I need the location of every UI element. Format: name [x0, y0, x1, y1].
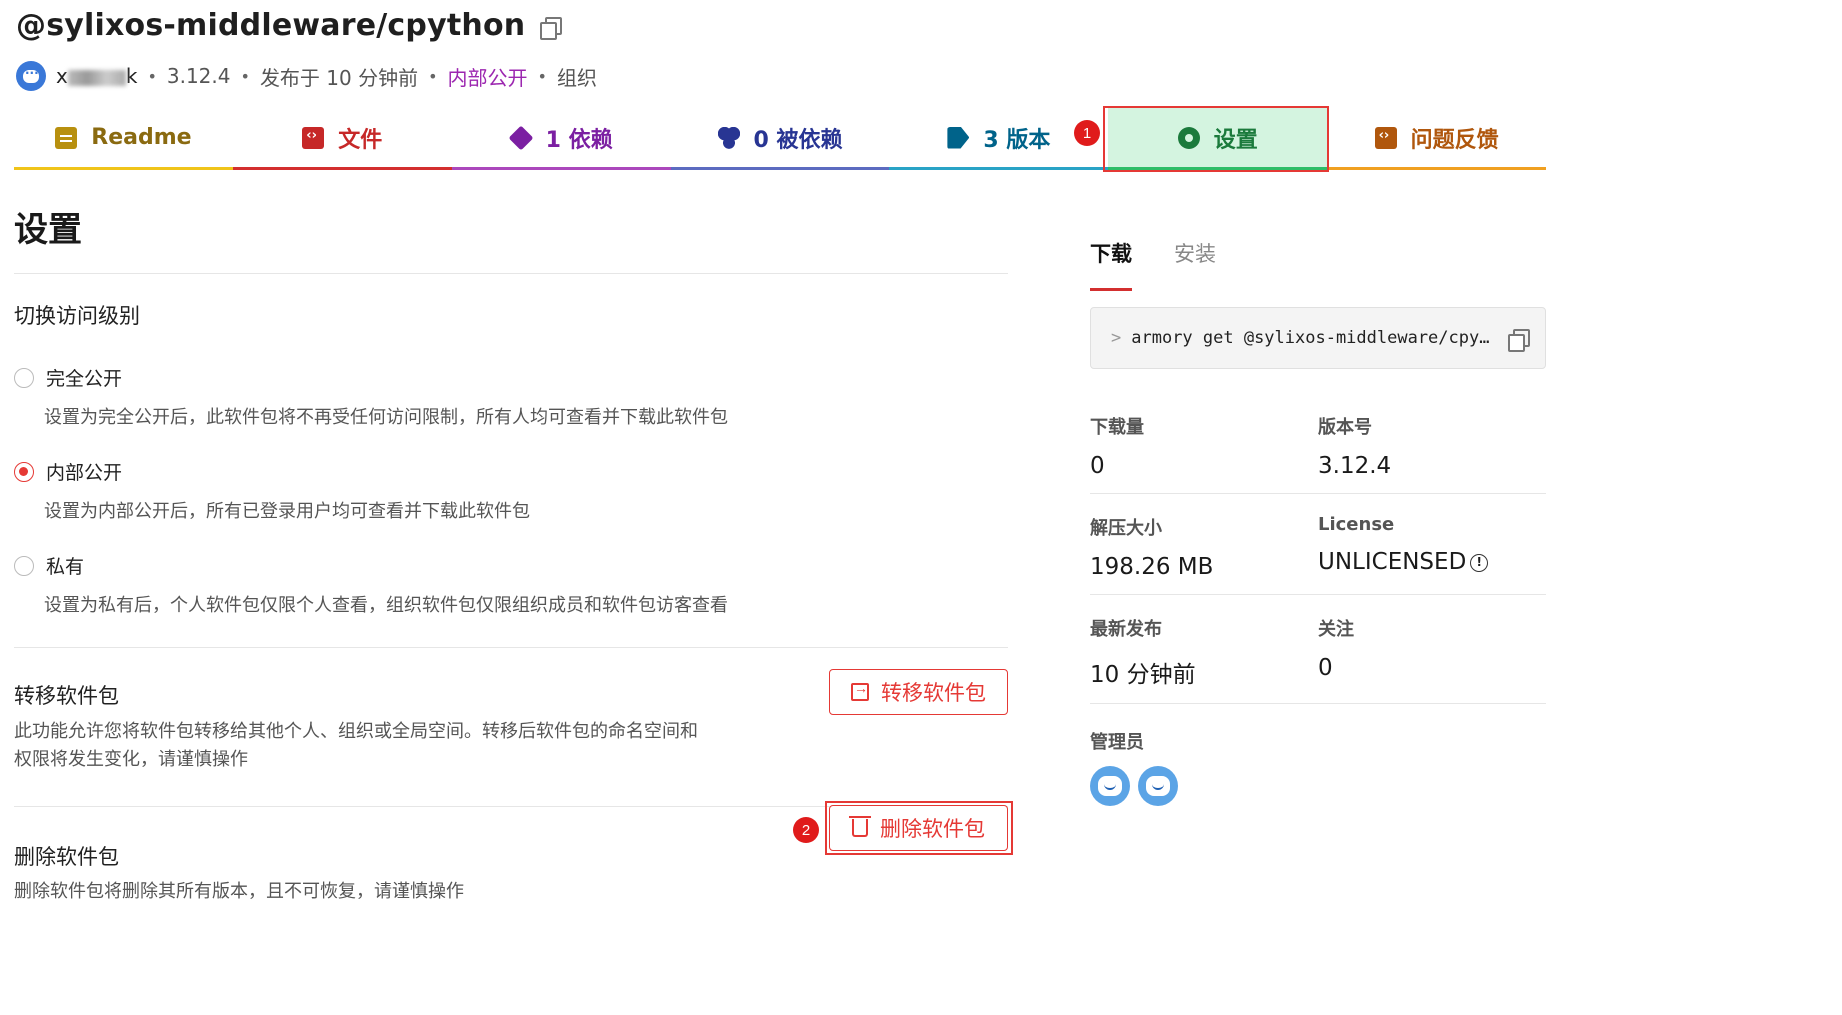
doc-icon [55, 126, 78, 149]
stat-label: 版本号 [1318, 417, 1372, 438]
stat-latest-release: 最新发布 10 分钟前 [1090, 595, 1318, 703]
tags-icon [947, 126, 970, 149]
stat-unpacked-size: 解压大小 198.26 MB [1090, 494, 1318, 594]
delete-package-button[interactable]: 删除软件包 [829, 805, 1008, 851]
prompt-glyph: > [1111, 328, 1122, 348]
stat-label: 下载量 [1090, 417, 1144, 438]
info-icon[interactable]: ! [1470, 554, 1489, 572]
settings-main: 设置 切换访问级别 完全公开 设置为完全公开后，此软件包将不再受任何访问限制，所… [14, 196, 1008, 903]
option-label: 私有 [46, 556, 85, 578]
transfer-desc-line: 此功能允许您将软件包转移给其他个人、组织或全局空间。转移后软件包的命名空间和 [14, 721, 698, 742]
package-sidebar: 下载 安装 > armory get @sylixos-middleware/c… [1090, 238, 1546, 806]
stat-value: UNLICENSED [1318, 549, 1467, 575]
sidebar-tabs: 下载 安装 [1090, 238, 1546, 291]
tab-files[interactable]: 文件 [232, 108, 452, 170]
owner-type: 组织 [556, 65, 597, 90]
visibility-link[interactable]: 内部公开 [448, 62, 528, 91]
access-option-public: 完全公开 设置为完全公开后，此软件包将不再受任何访问限制，所有人均可查看并下载此… [14, 364, 1008, 429]
radio-public[interactable] [14, 367, 34, 388]
admins-section: 管理员 [1090, 728, 1546, 806]
tab-label: 文件 [338, 127, 383, 153]
delete-description: 删除软件包将删除其所有版本，且不可恢复，请谨慎操作 [14, 881, 464, 902]
cube-icon [508, 125, 534, 150]
author-avatar[interactable] [16, 61, 46, 91]
stat-label: License [1318, 514, 1395, 535]
divider [14, 273, 1008, 274]
stat-value: 0 [1090, 453, 1105, 479]
radio-internal[interactable] [14, 461, 34, 482]
cubes-icon [717, 126, 740, 149]
option-label: 内部公开 [46, 462, 123, 484]
separator-dot: • [537, 66, 547, 86]
tab-dependencies[interactable]: 1 依赖 [451, 108, 671, 170]
admin-list [1090, 766, 1546, 806]
tab-label: 0 被依赖 [753, 127, 843, 153]
separator-dot: • [240, 66, 250, 86]
access-option-internal: 内部公开 设置为内部公开后，所有已登录用户均可查看并下载此软件包 [14, 458, 1008, 523]
option-label: 完全公开 [46, 368, 123, 390]
stat-value: 3.12.4 [1318, 453, 1392, 479]
tab-label: 问题反馈 [1410, 127, 1499, 153]
author-name[interactable]: xk [56, 64, 137, 88]
tab-dependents[interactable]: 0 被依赖 [670, 108, 890, 170]
transfer-icon [851, 680, 869, 701]
stat-version: 版本号 3.12.4 [1318, 393, 1546, 493]
stat-value: 198.26 MB [1090, 554, 1214, 580]
tab-label: 1 依赖 [545, 127, 613, 153]
option-description: 设置为私有后，个人软件包仅限个人查看，组织软件包仅限组织成员和软件包访客查看 [44, 595, 728, 616]
separator-dot: • [428, 66, 438, 86]
stat-label: 解压大小 [1090, 518, 1162, 539]
package-version: 3.12.4 [166, 64, 231, 88]
copy-icon[interactable] [1507, 327, 1530, 352]
install-command[interactable]: armory get @sylixos-middleware/cpython [1131, 328, 1497, 348]
step-badge: 2 [793, 817, 819, 843]
transfer-description: 此功能允许您将软件包转移给其他个人、组织或全局空间。转移后软件包的命名空间和 权… [14, 718, 1008, 774]
package-meta: xk • 3.12.4 • 发布于 10 分钟前 • 内部公开 • 组织 [16, 61, 597, 91]
tab-readme[interactable]: Readme [14, 108, 233, 170]
admin-avatar[interactable] [1090, 766, 1130, 806]
package-title-row: @sylixos-middleware/cpython [16, 8, 597, 43]
admins-label: 管理员 [1090, 732, 1144, 753]
stat-label: 最新发布 [1090, 619, 1162, 640]
stat-value: 0 [1318, 655, 1333, 681]
step-badge: 1 [1074, 120, 1100, 146]
feedback-icon [1374, 126, 1397, 149]
option-description: 设置为完全公开后，此软件包将不再受任何访问限制，所有人均可查看并下载此软件包 [44, 407, 728, 428]
transfer-desc-line: 权限将发生变化，请谨慎操作 [14, 749, 248, 770]
stat-license: License UNLICENSED! [1318, 494, 1546, 594]
access-level-title: 切换访问级别 [14, 304, 140, 328]
license-value-row: UNLICENSED! [1318, 549, 1546, 575]
highlight-box-settings-tab [1103, 106, 1329, 172]
button-label: 删除软件包 [880, 818, 985, 841]
option-description: 设置为内部公开后，所有已登录用户均可查看并下载此软件包 [44, 501, 530, 522]
package-name: @sylixos-middleware/cpython [16, 8, 526, 43]
button-label: 转移软件包 [881, 682, 986, 705]
divider [1090, 703, 1546, 704]
stat-label: 关注 [1318, 619, 1354, 640]
radio-private[interactable] [14, 555, 34, 576]
tab-install[interactable]: 安装 [1174, 238, 1216, 291]
trash-icon [849, 816, 871, 837]
admin-avatar[interactable] [1138, 766, 1178, 806]
install-command-box: > armory get @sylixos-middleware/cpython [1090, 307, 1546, 369]
copy-icon[interactable] [539, 15, 563, 40]
transfer-package-button[interactable]: 转移软件包 [829, 669, 1008, 715]
package-header: @sylixos-middleware/cpython xk • 3.12.4 … [16, 8, 597, 91]
published-time: 发布于 10 分钟前 [259, 65, 419, 90]
tab-download[interactable]: 下载 [1090, 238, 1132, 291]
tab-feedback[interactable]: 问题反馈 [1327, 108, 1547, 170]
access-option-private: 私有 设置为私有后，个人软件包仅限个人查看，组织软件包仅限组织成员和软件包访客查… [14, 552, 1008, 617]
stats-grid: 下载量 0 版本号 3.12.4 解压大小 198.26 MB License … [1090, 393, 1546, 704]
stat-value: 10 分钟前 [1090, 662, 1196, 688]
blurred-username [67, 69, 126, 86]
stat-downloads: 下载量 0 [1090, 393, 1318, 493]
stat-followers: 关注 0 [1318, 595, 1546, 703]
code-file-icon [302, 126, 325, 149]
divider [14, 647, 1008, 648]
tab-label: 3 版本 [983, 127, 1051, 153]
separator-dot: • [147, 66, 157, 86]
tab-label: Readme [91, 125, 192, 150]
page-title: 设置 [14, 210, 82, 250]
